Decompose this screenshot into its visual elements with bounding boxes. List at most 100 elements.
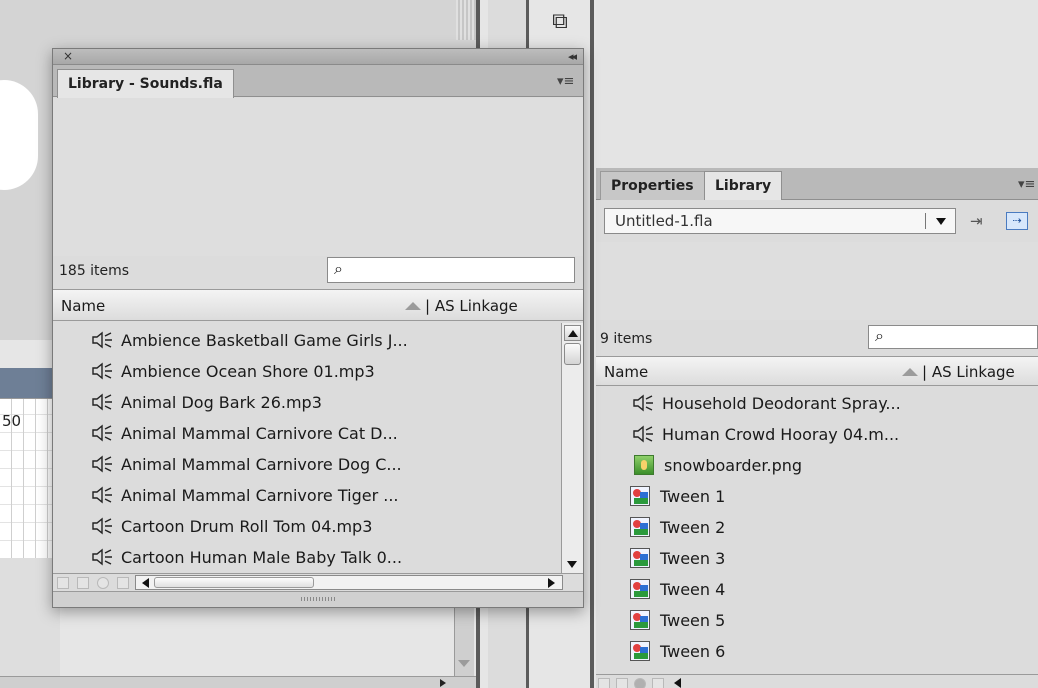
close-icon[interactable]: × — [63, 49, 73, 64]
library-item[interactable]: Tween 3 — [630, 543, 725, 574]
scroll-left-arrow[interactable] — [142, 578, 149, 588]
properties-icon[interactable] — [634, 678, 646, 688]
library-item[interactable]: snowboarder.png — [634, 450, 802, 481]
sound-icon — [92, 455, 112, 473]
library-search-input[interactable]: ⌕ — [327, 257, 575, 283]
collapse-icon[interactable]: ◂◂ — [568, 49, 577, 64]
new-folder-icon[interactable] — [616, 678, 628, 688]
floating-window-titlebar[interactable]: × ◂◂ — [53, 49, 583, 65]
library-item-label: Tween 4 — [660, 580, 726, 599]
library-bottom-toolbar — [596, 674, 1038, 688]
library-document-select[interactable]: Untitled-1.fla — [604, 208, 956, 234]
scroll-right-arrow[interactable] — [548, 578, 555, 588]
library-item[interactable]: Animal Dog Bark 26.mp3 — [91, 387, 322, 418]
library-item[interactable]: Cartoon Drum Roll Tom 04.mp3 — [91, 511, 372, 542]
library-item[interactable]: Ambience Ocean Shore 01.mp3 — [91, 356, 375, 387]
stage-artwork — [0, 80, 38, 190]
library-item-label: Animal Dog Bark 26.mp3 — [121, 393, 322, 412]
library-item[interactable]: Tween 2 — [630, 512, 725, 543]
new-library-panel-icon[interactable]: ⇢ — [1006, 212, 1028, 230]
library-item-label: Human Crowd Hooray 04.m... — [662, 425, 900, 444]
library-item[interactable]: Animal Mammal Carnivore Cat D... — [91, 418, 398, 449]
library-item-label: Tween 6 — [660, 642, 726, 661]
library-item-label: Animal Mammal Carnivore Tiger ... — [121, 486, 399, 505]
chevron-down-icon — [936, 218, 946, 225]
stage-vertical-scrollbar[interactable] — [454, 600, 474, 682]
list-horizontal-scrollbar[interactable] — [135, 575, 563, 590]
graphic-symbol-icon — [630, 579, 650, 599]
select-separator — [925, 213, 926, 229]
graphic-symbol-icon — [630, 517, 650, 537]
library-item-list: Household Deodorant Spray... Human Crowd… — [596, 388, 1038, 674]
library-item[interactable]: Tween 4 — [630, 574, 725, 605]
tab-properties[interactable]: Properties — [600, 171, 705, 200]
library-item[interactable]: Ambience Basketball Game Girls J... — [91, 325, 408, 356]
timeline-frame-label: 50 — [2, 412, 22, 430]
library-item[interactable]: Animal Mammal Carnivore Dog C... — [91, 449, 402, 480]
stage-scroll-right-arrow[interactable] — [440, 679, 446, 687]
library-item-label: Cartoon Drum Roll Tom 04.mp3 — [121, 517, 373, 536]
sound-icon — [92, 517, 112, 535]
new-symbol-icon[interactable] — [598, 678, 610, 688]
library-item-label: snowboarder.png — [664, 456, 803, 475]
graphic-symbol-icon — [630, 610, 650, 630]
library-column-header: Name | AS Linkage — [596, 356, 1038, 386]
library-item-label: Tween 2 — [660, 518, 726, 537]
library-item[interactable]: Tween 5 — [630, 605, 725, 636]
graphic-symbol-icon — [630, 548, 650, 568]
library-item[interactable]: Animal Mammal Carnivore Tiger ... — [91, 480, 399, 511]
column-linkage-header[interactable]: | AS Linkage — [425, 297, 518, 315]
horizontal-scroll-thumb[interactable] — [154, 577, 314, 588]
stage-scroll-down-arrow[interactable] — [458, 660, 470, 667]
scroll-down-button[interactable] — [564, 557, 581, 571]
chevron-up-icon — [568, 330, 578, 337]
right-dock-divider[interactable] — [590, 0, 594, 688]
library-item[interactable]: Tween 6 — [630, 636, 725, 667]
column-name-header[interactable]: Name — [604, 363, 648, 381]
sound-icon — [633, 425, 653, 443]
scroll-thumb[interactable] — [564, 343, 581, 365]
sound-icon — [92, 548, 112, 566]
library-item-list: Ambience Basketball Game Girls J... Ambi… — [53, 323, 561, 573]
sound-icon — [92, 486, 112, 504]
library-item[interactable]: Cartoon Human Male Baby Talk 0... — [91, 542, 402, 573]
scroll-up-button[interactable] — [564, 325, 581, 341]
trash-icon[interactable] — [652, 678, 664, 688]
pin-library-icon[interactable]: ⇥ — [970, 212, 983, 230]
3d-rotation-tool-icon[interactable]: ⧉ — [546, 8, 574, 36]
library-item-label: Ambience Basketball Game Girls J... — [121, 331, 408, 350]
library-item-label: Tween 5 — [660, 611, 726, 630]
bitmap-icon — [634, 455, 654, 475]
timeline-header — [0, 368, 60, 398]
new-folder-icon[interactable] — [77, 577, 89, 589]
right-dock-upper-area — [596, 0, 1038, 168]
properties-icon[interactable] — [97, 577, 109, 589]
library-preview-area — [596, 242, 1038, 320]
library-item-label: Ambience Ocean Shore 01.mp3 — [121, 362, 375, 381]
search-icon: ⌕ — [334, 259, 343, 278]
sort-ascending-icon — [902, 368, 918, 376]
trash-icon[interactable] — [117, 577, 129, 589]
stage-edge — [456, 0, 476, 40]
library-preview-area — [53, 98, 583, 256]
item-count: 185 items — [59, 263, 130, 279]
column-name-header[interactable]: Name — [61, 297, 105, 315]
scroll-left-arrow[interactable] — [674, 678, 681, 688]
list-vertical-scrollbar[interactable] — [561, 323, 583, 573]
library-item[interactable]: Household Deodorant Spray... — [632, 388, 901, 419]
column-linkage-header[interactable]: | AS Linkage — [922, 363, 1015, 381]
library-item-label: Animal Mammal Carnivore Dog C... — [121, 455, 402, 474]
panel-menu-icon[interactable]: ▾≡ — [1018, 178, 1035, 192]
library-search-input[interactable]: ⌕ — [868, 325, 1038, 349]
search-icon: ⌕ — [875, 326, 884, 345]
panel-menu-icon[interactable]: ▾≡ — [557, 75, 574, 89]
tab-library[interactable]: Library — [704, 171, 783, 200]
sort-ascending-icon — [405, 302, 421, 310]
stage-horizontal-scrollbar[interactable] — [0, 676, 476, 688]
resize-grip[interactable] — [53, 591, 583, 607]
tab-library-sounds[interactable]: Library - Sounds.fla — [57, 69, 234, 98]
new-symbol-icon[interactable] — [57, 577, 69, 589]
graphic-symbol-icon — [630, 486, 650, 506]
library-item[interactable]: Tween 1 — [630, 481, 725, 512]
library-item[interactable]: Human Crowd Hooray 04.m... — [632, 419, 899, 450]
